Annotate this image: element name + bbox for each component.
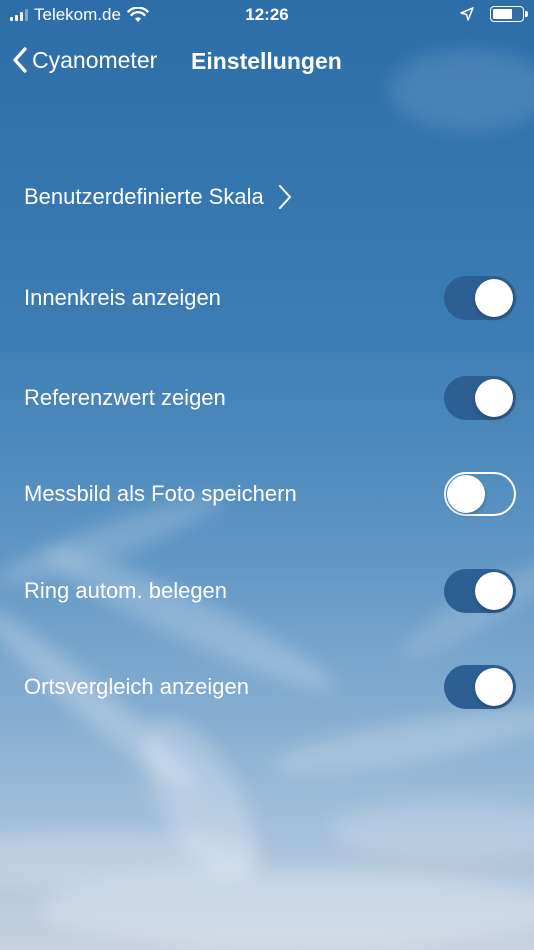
setting-row-ortsvergleich: Ortsvergleich anzeigen: [24, 665, 516, 709]
chevron-left-icon: [13, 47, 27, 73]
setting-label: Ortsvergleich anzeigen: [24, 674, 250, 699]
back-button-label: Cyanometer: [32, 46, 158, 73]
status-bar: Telekom.de 12:26: [0, 0, 534, 32]
ortsvergleich-toggle[interactable]: [444, 665, 516, 709]
status-time: 12:26: [245, 5, 289, 24]
setting-row-referenzwert: Referenzwert zeigen: [24, 376, 516, 420]
setting-label: Innenkreis anzeigen: [24, 285, 221, 310]
back-button[interactable]: Cyanometer: [12, 46, 157, 74]
setting-row-innenkreis: Innenkreis anzeigen: [24, 276, 516, 320]
battery-icon: [490, 6, 528, 22]
innenkreis-toggle[interactable]: [444, 276, 516, 320]
setting-row-messbild: Messbild als Foto speichern: [24, 472, 516, 516]
navigation-bar: Cyanometer Einstellungen: [0, 40, 534, 84]
ring-toggle[interactable]: [444, 569, 516, 613]
referenzwert-toggle[interactable]: [444, 376, 516, 420]
setting-row-ring: Ring autom. belegen: [24, 569, 516, 613]
setting-label: Referenzwert zeigen: [24, 385, 226, 410]
messbild-toggle[interactable]: [444, 472, 516, 516]
setting-label: Messbild als Foto speichern: [24, 481, 297, 506]
setting-label: Ring autom. belegen: [24, 578, 228, 603]
location-arrow-icon: [460, 7, 474, 21]
custom-scale-label: Benutzerdefinierte Skala: [24, 184, 264, 209]
custom-scale-link[interactable]: Benutzerdefinierte Skala: [24, 175, 516, 219]
page-title: Einstellungen: [191, 48, 342, 74]
chevron-right-icon: [278, 185, 291, 209]
